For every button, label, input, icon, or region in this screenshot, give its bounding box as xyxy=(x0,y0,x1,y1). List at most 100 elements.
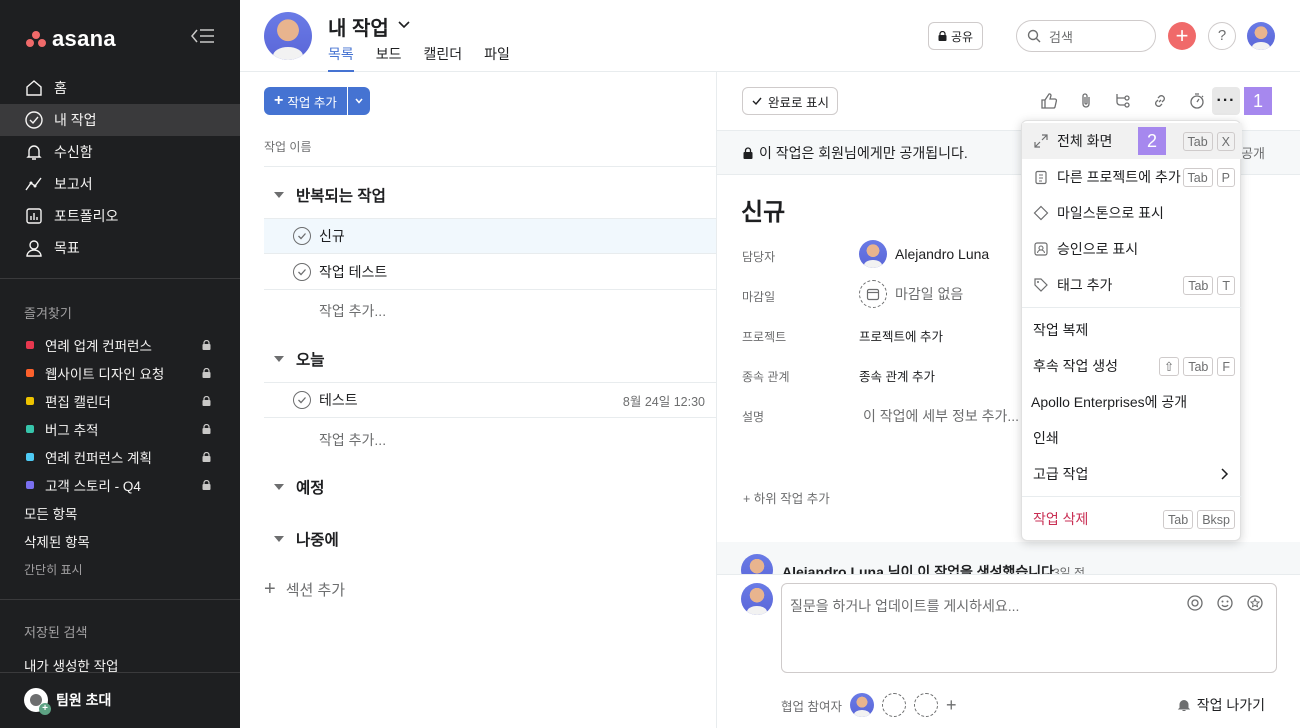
more-actions-button[interactable]: ··· xyxy=(1212,87,1240,115)
menu-item-print[interactable]: 인쇄 xyxy=(1022,420,1242,456)
activity-feed: Alejandro Luna 님이 이 작업을 생성했습니다. 3일 전 xyxy=(717,542,1300,574)
favorite-item[interactable]: 웹사이트 디자인 요청 xyxy=(0,359,240,387)
description-input[interactable]: 이 작업에 세부 정보 추가... xyxy=(863,406,1019,426)
favorite-item[interactable]: 버그 추적 xyxy=(0,415,240,443)
mark-complete-button[interactable]: 완료로 표시 xyxy=(742,87,838,115)
menu-item-delete[interactable]: 작업 삭제 Tab Bksp xyxy=(1022,501,1242,537)
mention-icon[interactable] xyxy=(1186,594,1204,612)
assignee-field[interactable]: Alejandro Luna xyxy=(859,240,989,268)
quick-add-button[interactable]: + xyxy=(1168,22,1196,50)
add-collaborator-icon[interactable]: + xyxy=(946,695,957,716)
asana-logo[interactable]: asana xyxy=(26,26,116,52)
leave-task-button[interactable]: 작업 나가기 xyxy=(1177,695,1265,715)
task-name[interactable]: 작업 테스트 xyxy=(319,262,387,282)
task-row[interactable]: 테스트 8월 24일 12:30 xyxy=(264,382,717,418)
sidebar-item-inbox[interactable]: 수신함 xyxy=(0,136,240,168)
caret-down-icon[interactable] xyxy=(274,536,284,542)
menu-item-approval[interactable]: 승인으로 표시 xyxy=(1022,231,1242,267)
favorite-item[interactable]: 편집 캘린더 xyxy=(0,387,240,415)
add-dependency[interactable]: 종속 관계 추가 xyxy=(859,366,935,385)
menu-item-follow-up[interactable]: 후속 작업 생성 ⇧ Tab F xyxy=(1022,348,1242,384)
task-row[interactable]: 신규 xyxy=(264,218,717,254)
subtask-icon[interactable] xyxy=(1111,89,1135,113)
caret-down-icon[interactable] xyxy=(274,484,284,490)
add-task-dropdown[interactable] xyxy=(347,87,370,115)
section-header[interactable]: 예정 xyxy=(274,476,325,498)
avatar xyxy=(264,12,312,60)
add-task-button[interactable]: + 작업 추가 xyxy=(264,87,347,115)
help-button[interactable]: ? xyxy=(1208,22,1236,50)
section-header[interactable]: 오늘 xyxy=(274,348,325,370)
due-date-label: 마감일 xyxy=(742,290,776,304)
sidebar-item-reports[interactable]: 보고서 xyxy=(0,168,240,200)
favorite-item[interactable]: 연례 업계 컨퍼런스 xyxy=(0,331,240,359)
complete-check-icon[interactable] xyxy=(293,391,311,409)
complete-check-icon[interactable] xyxy=(293,227,311,245)
column-header[interactable]: 작업 이름 xyxy=(264,138,312,155)
invite-button[interactable]: + 팀원 초대 xyxy=(24,688,111,715)
sidebar-item-home[interactable]: 홈 xyxy=(0,72,240,104)
add-collaborator-slot[interactable] xyxy=(881,693,906,717)
sidebar-item-goals[interactable]: 목표 xyxy=(0,232,240,264)
all-items-link[interactable]: 모든 항목 xyxy=(0,499,240,527)
menu-item-advanced[interactable]: 고급 작업 xyxy=(1022,456,1242,492)
due-date-field[interactable]: 마감일 없음 xyxy=(859,280,963,308)
favorite-item[interactable]: 고객 스토리 - Q4 xyxy=(0,471,240,499)
share-button[interactable]: 공유 xyxy=(928,22,983,50)
menu-item-add-tag[interactable]: 태그 추가 Tab T xyxy=(1022,267,1242,303)
avatar xyxy=(741,554,773,574)
key-cap: P xyxy=(1216,167,1235,187)
link-icon[interactable] xyxy=(1148,89,1172,113)
sidebar-item-my-tasks[interactable]: 내 작업 xyxy=(0,104,240,136)
task-title[interactable]: 신규 xyxy=(741,192,785,227)
avatar[interactable] xyxy=(849,693,874,717)
caret-down-icon[interactable] xyxy=(274,356,284,362)
menu-item-add-to-project[interactable]: 다른 프로젝트에 추가 Tab P xyxy=(1022,159,1242,195)
add-to-project[interactable]: 프로젝트에 추가 xyxy=(859,326,943,345)
tab-list[interactable]: 목록 xyxy=(328,44,354,72)
menu-item-milestone[interactable]: 마일스톤으로 표시 xyxy=(1022,195,1242,231)
tab-calendar[interactable]: 캘린더 xyxy=(424,44,463,72)
comment-input[interactable]: 질문을 하거나 업데이트를 게시하세요... xyxy=(781,583,1277,673)
menu-item-duplicate[interactable]: 작업 복제 xyxy=(1022,312,1242,348)
portfolio-icon xyxy=(26,208,42,224)
sidebar-item-portfolios[interactable]: 포트폴리오 xyxy=(0,200,240,232)
menu-divider xyxy=(1022,496,1242,497)
section-header[interactable]: 나중에 xyxy=(274,528,339,550)
favorite-item[interactable]: 연례 컨퍼런스 계획 xyxy=(0,443,240,471)
menu-item-fullscreen[interactable]: 전체 화면 Tab X xyxy=(1022,123,1242,159)
caret-down-icon[interactable] xyxy=(274,192,284,198)
thumbs-up-icon[interactable] xyxy=(1037,89,1061,113)
section-header[interactable]: 반복되는 작업 xyxy=(274,184,386,206)
deleted-items-link[interactable]: 삭제된 항목 xyxy=(0,527,240,555)
due-date[interactable]: 8월 24일 12:30 xyxy=(623,391,705,410)
complete-check-icon[interactable] xyxy=(293,262,311,281)
emoji-icon[interactable] xyxy=(1216,594,1234,612)
search-input[interactable]: 검색 xyxy=(1016,20,1156,52)
chevron-down-icon[interactable] xyxy=(396,16,412,32)
key-cap: T xyxy=(1217,275,1235,295)
tab-board[interactable]: 보드 xyxy=(376,44,402,72)
collapse-sidebar-icon[interactable] xyxy=(190,27,216,45)
tab-files[interactable]: 파일 xyxy=(484,44,510,72)
task-name[interactable]: 테스트 xyxy=(319,390,358,410)
show-less-link[interactable]: 간단히 표시 xyxy=(0,555,240,583)
star-icon[interactable] xyxy=(1246,594,1264,612)
collaborators-label: 협업 참여자 xyxy=(781,699,842,714)
task-name[interactable]: 신규 xyxy=(319,226,345,246)
attachment-icon[interactable] xyxy=(1074,89,1098,113)
add-subtask-button[interactable]: + 하위 작업 추가 xyxy=(743,488,830,507)
menu-item-label: 작업 삭제 xyxy=(1033,511,1089,527)
make-public-link[interactable]: 공개 xyxy=(1241,143,1265,162)
key-cap: X xyxy=(1216,131,1235,151)
add-task-row[interactable]: 작업 추가... xyxy=(319,430,386,450)
add-task-row[interactable]: 작업 추가... xyxy=(319,301,386,321)
task-row[interactable]: 작업 테스트 xyxy=(264,254,717,290)
timer-icon[interactable] xyxy=(1185,89,1209,113)
user-avatar[interactable] xyxy=(1247,22,1275,50)
chevron-down-icon xyxy=(355,98,363,104)
add-section-button[interactable]: + 섹션 추가 xyxy=(264,578,345,601)
sidebar: asana 홈 내 작업 수신함 보고서 포트폴리오 목표 즐겨찾기 연례 업계… xyxy=(0,0,240,728)
add-collaborator-slot[interactable] xyxy=(913,693,938,717)
menu-item-make-public[interactable]: Apollo Enterprises에 공개 xyxy=(1022,384,1242,420)
